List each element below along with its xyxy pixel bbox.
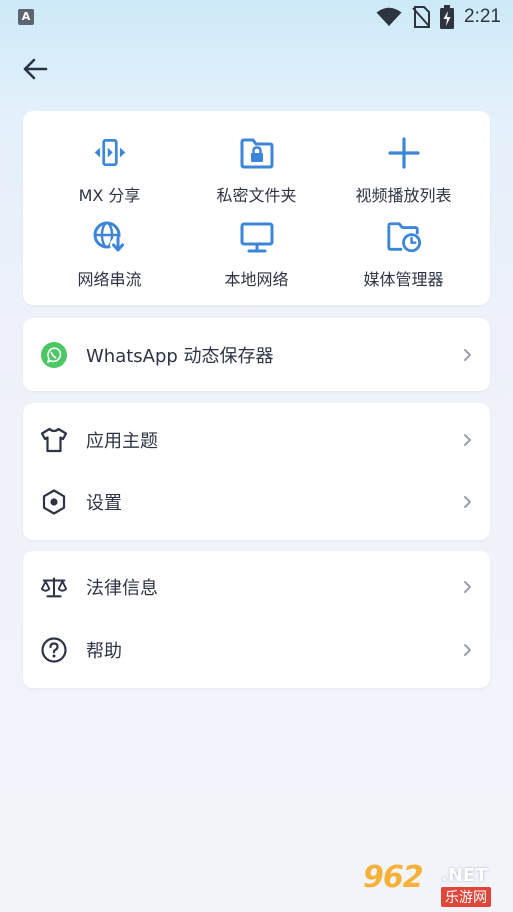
battery-charging-icon (440, 5, 455, 29)
network-stream-button[interactable]: 网络串流 (32, 219, 187, 299)
settings-label: 设置 (86, 493, 122, 514)
settings-item[interactable]: 设置 (23, 471, 490, 533)
app-theme-item[interactable]: 应用主题 (23, 409, 490, 471)
chevron-right-icon (462, 580, 474, 594)
info-card: 法律信息 帮助 (23, 551, 490, 688)
media-manager-icon (386, 219, 422, 255)
private-folder-label: 私密文件夹 (216, 186, 297, 205)
whatsapp-status-saver-label: WhatsApp 动态保存器 (86, 346, 274, 367)
chevron-right-icon (462, 433, 474, 447)
scales-icon (40, 573, 68, 601)
media-manager-label: 媒体管理器 (363, 270, 444, 289)
local-network-label: 本地网络 (224, 270, 289, 289)
help-item[interactable]: 帮助 (23, 619, 490, 681)
status-time: 2:21 (464, 6, 501, 27)
tshirt-icon (40, 426, 68, 454)
local-network-icon (239, 219, 275, 255)
help-label: 帮助 (86, 641, 122, 662)
app-settings-card: 应用主题 设置 (23, 403, 490, 540)
network-stream-icon (92, 219, 128, 255)
whatsapp-status-saver-item[interactable]: WhatsApp 动态保存器 (23, 324, 490, 386)
mx-share-icon (92, 135, 128, 171)
video-playlist-label: 视频播放列表 (355, 186, 452, 205)
chevron-right-icon (462, 495, 474, 509)
watermark-cn: 乐游网 (441, 887, 491, 907)
mx-share-button[interactable]: MX 分享 (32, 135, 187, 215)
watermark-number: 962 (363, 860, 424, 895)
network-stream-label: 网络串流 (77, 270, 142, 289)
private-folder-icon (239, 135, 275, 171)
local-network-button[interactable]: 本地网络 (179, 219, 334, 299)
wifi-icon (376, 7, 402, 26)
status-right-group: 2:21 (376, 5, 501, 29)
no-sim-icon (412, 6, 431, 28)
mx-share-label: MX 分享 (78, 186, 141, 205)
watermark-suffix: .NET (441, 865, 488, 886)
help-circle-icon (40, 636, 68, 664)
whatsapp-icon (40, 341, 68, 369)
chevron-right-icon (462, 348, 474, 362)
watermark-logo: 962 .NET 乐游网 (363, 860, 505, 908)
private-folder-button[interactable]: 私密文件夹 (179, 135, 334, 215)
app-theme-label: 应用主题 (86, 431, 158, 452)
notification-icon: A (18, 9, 34, 25)
legal-info-item[interactable]: 法律信息 (23, 556, 490, 618)
video-playlist-button[interactable]: 视频播放列表 (326, 135, 481, 215)
back-button[interactable] (18, 54, 52, 84)
whatsapp-card: WhatsApp 动态保存器 (23, 318, 490, 391)
status-bar: A 2:21 (0, 0, 513, 34)
quick-actions-card: MX 分享 私密文件夹 视频播放列表 网络串流 本地网络 媒体管理器 (23, 111, 490, 305)
media-manager-button[interactable]: 媒体管理器 (326, 219, 481, 299)
legal-info-label: 法律信息 (86, 578, 158, 599)
chevron-right-icon (462, 643, 474, 657)
plus-icon (386, 135, 422, 171)
arrow-left-icon (23, 58, 48, 80)
settings-hex-icon (40, 488, 68, 516)
